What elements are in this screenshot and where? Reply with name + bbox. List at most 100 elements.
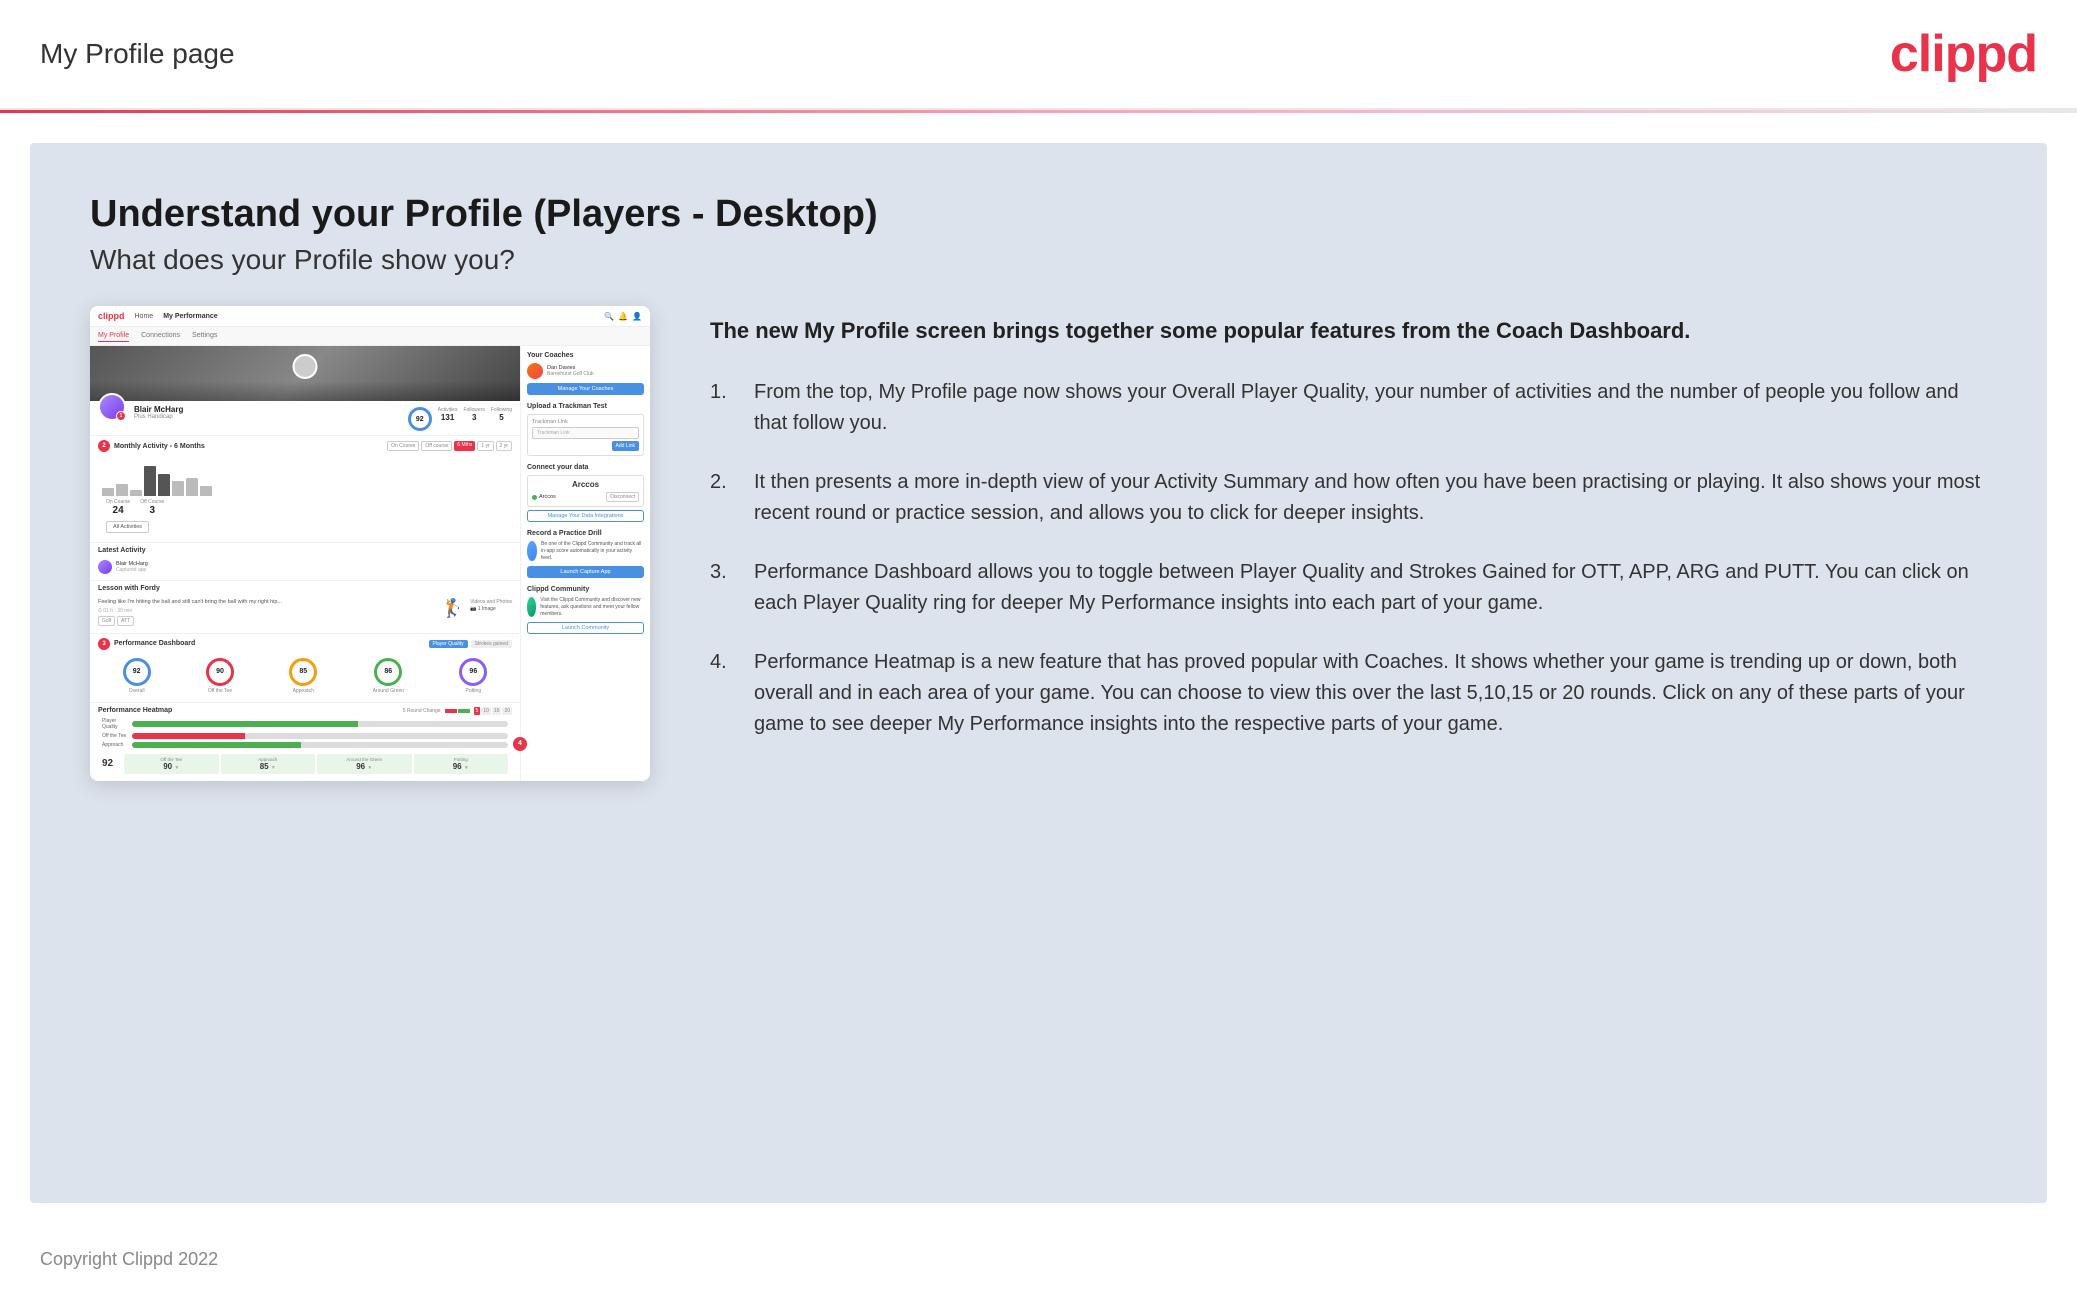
mockup-hm-arg-value: 96 ▼ [319,762,410,771]
mockup-round-20: 20 [502,707,512,715]
list-number-1: 1. [710,377,738,439]
mockup-sub-nav: My Profile Connections Settings [90,327,650,346]
two-col-layout: clippd Home My Performance 🔍 🔔 👤 My Prof… [90,306,1987,781]
top-divider [0,110,2077,113]
mockup-1yr-btn: 1 yr [477,441,493,451]
mockup-quality-ring: 92 [408,407,432,431]
mockup-drill-title: Record a Practice Drill [527,530,644,537]
list-text-4: Performance Heatmap is a new feature tha… [754,647,1987,740]
mockup-heatmap-numbers: 92 Off the Tee 90 ▼ Approach 85 ▼ [98,751,512,777]
mockup-6mths-btn: 6 Mths [454,441,475,451]
mockup-hero [90,346,520,401]
mockup-round-10: 10 [481,707,491,715]
mockup-community-title: Clippd Community [527,586,644,593]
chart-bar-5 [158,474,170,496]
mockup-drill-section: Record a Practice Drill Be one of the Cl… [527,530,644,578]
mockup-manage-integrations-btn[interactable]: Manage Your Data Integrations [527,510,644,522]
mockup-nav-my-performance: My Performance [163,313,217,320]
mockup-stat-activities-value: 131 [438,413,458,422]
chart-bar-7 [186,478,198,496]
content-header: Understand your Profile (Players - Deskt… [90,193,1987,276]
mockup-nav: clippd Home My Performance 🔍 🔔 👤 [90,306,650,327]
mockup-activity-controls: On Course Off course 6 Mths 1 yr 2 yr [387,441,512,451]
mockup-community-avatar [527,597,536,617]
chart-bar-8 [200,486,212,496]
mockup-round-15: 15 [492,707,502,715]
mockup-hero-circle [293,354,318,379]
mockup-profile-info: Blair McHarg Plus Handicap [134,405,400,420]
mockup-community-section: Clippd Community Visit the Clippd Commun… [527,586,644,634]
heatmap-label-overall: Player Quality [102,718,130,730]
mockup-coach-avatar [527,363,543,379]
mockup-heatmap-section: Performance Heatmap 5 Round Change [90,702,520,781]
mockup-lesson-content: Feeling like I'm hitting the ball and st… [98,596,512,629]
mockup-activity-header: 2 Monthly Activity - 6 Months On Course … [98,440,512,452]
mockup-manage-coaches-btn[interactable]: Manage Your Coaches [527,383,644,395]
mockup-stat-following: Following 5 [491,407,512,431]
mockup-trackman-box: Trackman Link Trackman Link Add Link [527,414,644,456]
heatmap-bar-overall-neutral [358,721,508,727]
mockup-toggle-player-quality: Player Quality [429,640,468,648]
mockup-disconnect-btn[interactable]: Disconnect [606,492,639,502]
mockup-body: 1 Blair McHarg Plus Handicap 92 [90,346,650,781]
mockup-toggle-strokes-gained: Strokes gained [471,640,512,648]
mockup-sub-nav-settings: Settings [192,330,217,342]
mockup-launch-capture-btn[interactable]: Launch Capture App [527,566,644,578]
mockup-player-name: Blair McHarg [134,405,400,414]
mockup-hm-putt: Putting 96 ▼ [414,754,509,774]
mockup-performance-badge: 3 [98,638,110,650]
mockup-hm-arg: Around the Green 96 ▼ [317,754,412,774]
mockup-activity-section: 2 Monthly Activity - 6 Months On Course … [90,435,520,542]
logo: clippd [1890,24,2037,84]
mockup-trackman-input[interactable]: Trackman Link [532,427,639,439]
chart-bar-6 [172,481,184,496]
mockup-nav-items: Home My Performance [135,313,218,320]
mockup-heatmap-title: Performance Heatmap [98,707,172,714]
mockup-nav-icons: 🔍 🔔 👤 [604,312,642,321]
mockup-round-5: 5 [474,707,481,715]
mockup-oncourse-btn: On Course [387,441,419,451]
mockup-rings-row: 92 Overall 90 Off the Tee 85 Approach [98,654,512,698]
main-heading: Understand your Profile (Players - Deskt… [90,193,1987,236]
list-item-1: 1. From the top, My Profile page now sho… [710,377,1987,439]
mockup-ring-overall: 92 Overall [123,658,151,694]
mockup-hero-overlay [90,381,520,401]
mockup-ring-putt-label: Putting [459,688,487,694]
mockup-connect-section: Connect your data Arccos Arccos Disconne… [527,464,644,522]
list-number-2: 2. [710,467,738,529]
mockup-arccos-box: Arccos Arccos Disconnect [527,475,644,507]
heatmap-label-approach: Approach [102,742,130,748]
mockup-avatar-badge: 1 [116,411,126,421]
mockup-hm-app-value: 85 ▼ [223,762,314,771]
right-description-col: The new My Profile screen brings togethe… [710,306,1987,740]
chart-bar-3 [130,490,142,496]
mockup-all-activities-btn: All Activities [98,519,512,535]
mockup-profile-section: 1 Blair McHarg Plus Handicap 92 [90,401,520,435]
mockup-launch-community-btn[interactable]: Launch Community [527,622,644,634]
mockup-trackman-label: Trackman Link [532,419,639,425]
search-icon: 🔍 [604,312,614,321]
mockup-coaches-title: Your Coaches [527,352,644,359]
mockup-logo: clippd [98,311,125,321]
mockup-trackman-title: Upload a Trackman Test [527,403,644,410]
app-mockup: clippd Home My Performance 🔍 🔔 👤 My Prof… [90,306,650,781]
footer: Copyright Clippd 2022 [0,1233,2077,1286]
mockup-lesson-figure-icon: 🏌 [442,599,464,617]
mockup-connected-row: Arccos Disconnect [532,492,639,502]
mockup-coaches-section: Your Coaches Dan Davies Barnehurst Golf … [527,352,644,395]
mockup-community-text: Visit the Clippd Community and discover … [540,597,644,618]
all-activities-label: All Activities [106,521,149,533]
mockup-ring-arg-circle: 86 [374,658,402,686]
mockup-add-link-btn[interactable]: Add Link [612,441,639,451]
heatmap-bar-overall-container [132,721,508,727]
mockup-offcourse-stat: Off Course 3 [140,499,164,516]
mockup-lesson-tags: Golf ATT [98,616,436,626]
user-icon: 👤 [632,312,642,321]
mockup-activity-badge: 2 [98,440,110,452]
mockup-right-panel: Your Coaches Dan Davies Barnehurst Golf … [520,346,650,781]
mockup-avatar: 1 [98,393,126,421]
mockup-arccos-status: Arccos [532,494,556,500]
heatmap-bar-overall: Player Quality [102,718,508,730]
heatmap-bar-approach: Approach [102,742,508,748]
heatmap-bar-overall-fill [132,721,358,727]
